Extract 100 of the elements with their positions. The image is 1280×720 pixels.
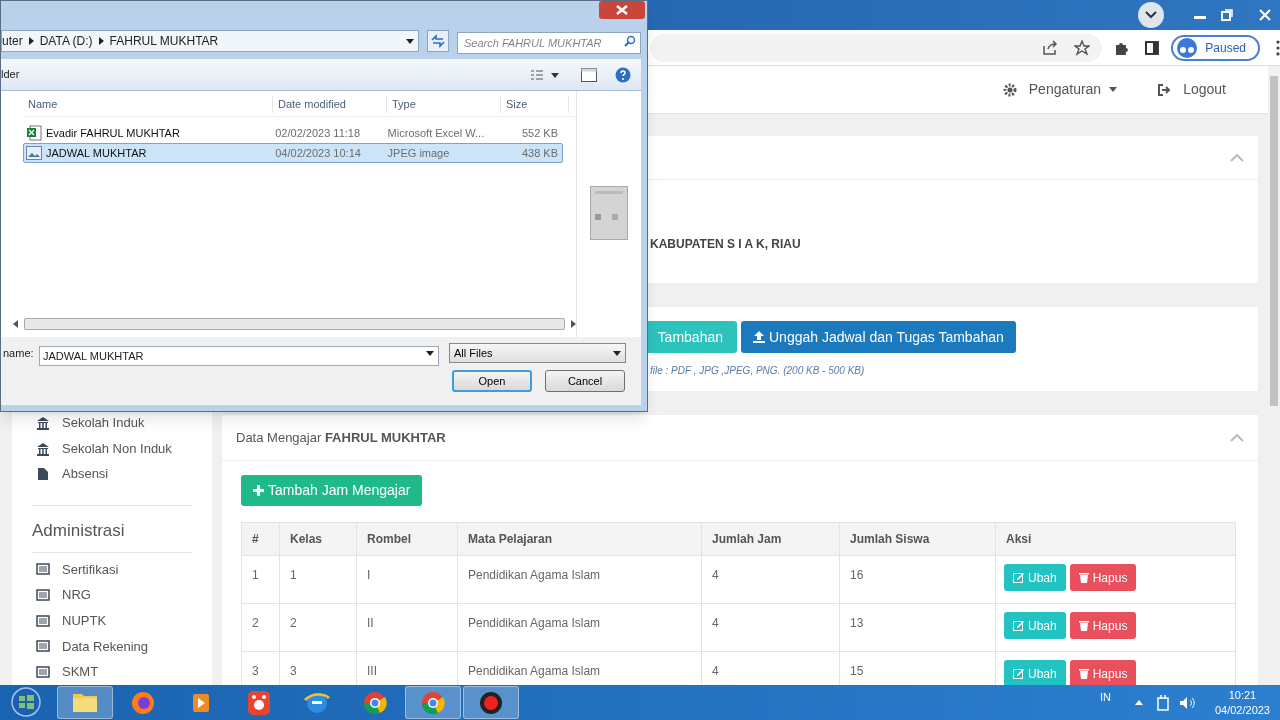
dropdown-icon [613,350,621,356]
file-detail: Microsoft Excel W... [386,125,486,141]
table-cell: 2 [279,603,357,652]
table-cell: 1 [279,555,357,604]
table-cell: Pendidikan Agama Islam [457,603,702,652]
dropdown-icon[interactable] [406,38,414,44]
cancel-button[interactable]: Cancel [545,370,625,392]
close-button[interactable] [599,1,645,19]
list-icon [36,665,50,680]
list-icon [36,639,50,654]
field-label: name: [2,345,35,361]
tray-arrow-icon[interactable] [1134,700,1143,705]
menu-icon[interactable] [1276,39,1280,56]
sidebar-item[interactable]: Data Rekening [32,633,192,660]
share-icon[interactable] [1041,39,1058,56]
school-text: KABUPATEN S I A K, RIAU [650,237,801,251]
column-header: Mata Pelajaran [457,522,702,556]
sidebar-item[interactable]: SKMT [32,659,192,685]
language-indicator[interactable]: IN [1099,689,1111,706]
clock-time[interactable]: 10:21 [1228,687,1257,703]
logout-link[interactable]: Logout [1157,79,1226,100]
table-cell: 4 [701,555,840,604]
column-header: Aksi [995,522,1236,556]
filename-field[interactable]: JADWAL MUKHTAR [39,346,439,366]
file-name: JADWAL MUKHTAR [46,145,147,161]
refresh-icon[interactable] [427,30,449,52]
profile-button[interactable]: Paused [1171,34,1261,61]
file-size: 438 KB [520,145,559,161]
column-header[interactable]: Name [23,96,273,113]
help-icon[interactable] [615,66,631,83]
dropdown-icon[interactable] [426,351,434,356]
file-row[interactable]: JADWAL MUKHTAR 04/02/2023 10:14 JPEG image 438 KB [23,143,563,163]
file-row[interactable]: Evadir FAHRUL MUKHTAR 02/02/2023 11:18 Microsoft Excel W... 552 KB [23,123,563,143]
file-size: 552 KB [520,125,559,141]
table-cell: Pendidikan Agama Islam [457,555,702,604]
clock-date[interactable]: 04/02/2023 [1214,702,1270,718]
trash-icon [1078,572,1089,583]
sidebar-item[interactable]: NUPTK [32,607,192,634]
column-header: # [241,522,280,556]
side-panel-icon[interactable] [1145,40,1160,55]
caret-icon [1109,87,1118,92]
delete-button[interactable]: Hapus [1069,612,1137,639]
file-detail: 02/02/2023 11:18 [274,125,362,141]
bank-icon [36,415,50,430]
sidebar-item[interactable]: Sekolah Non Induk [32,435,192,462]
document-icon [36,467,50,482]
toolbar-button[interactable]: lder [1,66,20,83]
sidebar-item[interactable]: Sertifikasi [32,556,192,583]
delete-button[interactable]: Hapus [1069,660,1137,685]
preview-pane-icon[interactable] [581,67,597,82]
scroll-left-icon [13,320,18,328]
spreadsheet-icon [26,125,42,141]
upload-button[interactable]: Unggah Jadwal dan Tugas Tambahan [741,321,1016,353]
image-file-icon [26,146,42,160]
open-button[interactable]: Open [452,370,532,392]
sidebar-item[interactable]: Sekolah Induk [32,410,192,436]
file-hint: file : PDF , JPG ,JPEG, PNG. (200 KB - 500 KB) [649,364,866,378]
chevron-down-icon [1145,11,1157,19]
restore-icon[interactable] [1220,9,1234,21]
breadcrumb-item[interactable]: uter [2,32,23,50]
table-cell: 4 [701,603,840,652]
search-field[interactable]: Search FAHRUL MUKHTAR [457,32,641,54]
breadcrumb-item[interactable]: DATA (D:) [39,32,93,50]
delete-button[interactable]: Hapus [1069,564,1137,591]
horizontal-scrollbar[interactable] [13,317,576,331]
taskbar-button[interactable] [463,686,519,719]
view-options-icon[interactable] [531,68,561,81]
column-header: Jumlah Siswa [839,522,996,556]
sign-out-icon [1157,82,1172,97]
table-cell: I [356,555,458,604]
column-header: Kelas [279,522,357,556]
table-cell: 1 [241,555,280,604]
column-header[interactable]: Type [387,96,501,113]
sidebar-item[interactable]: Absensi [32,461,192,488]
trash-icon [1078,668,1089,679]
column-header[interactable]: Size [501,96,569,113]
breadcrumb-bar[interactable]: uter DATA (D:) FAHRUL MUKHTAR [1,30,419,52]
thumbnail-image [590,186,628,240]
search-icon [624,35,636,47]
edit-icon [1013,668,1024,679]
trash-icon [1078,620,1089,631]
edit-icon [1013,572,1024,583]
breadcrumb-item[interactable]: FAHRUL MUKHTAR [109,32,219,50]
tab-search-button[interactable] [1138,2,1164,28]
star-icon[interactable] [1073,39,1090,56]
column-header: Jumlah Jam [701,522,840,556]
scrollbar[interactable] [1268,66,1280,685]
sidebar-item[interactable]: NRG [32,582,192,608]
column-header: Rombel [356,522,458,556]
volume-icon[interactable] [1178,695,1195,710]
bank-icon [36,441,50,456]
file-type-dropdown[interactable]: All Files [449,343,626,363]
settings-dropdown[interactable]: Pengaturan [1002,79,1118,100]
section-heading: Administrasi [32,520,126,543]
file-detail: JPEG image [386,145,451,161]
chevron-icon [28,37,34,45]
column-header[interactable]: Date modified [273,96,387,113]
close-icon[interactable] [1258,9,1272,21]
avatar-icon [1177,37,1198,58]
file-name: Evadir FAHRUL MUKHTAR [46,125,180,141]
